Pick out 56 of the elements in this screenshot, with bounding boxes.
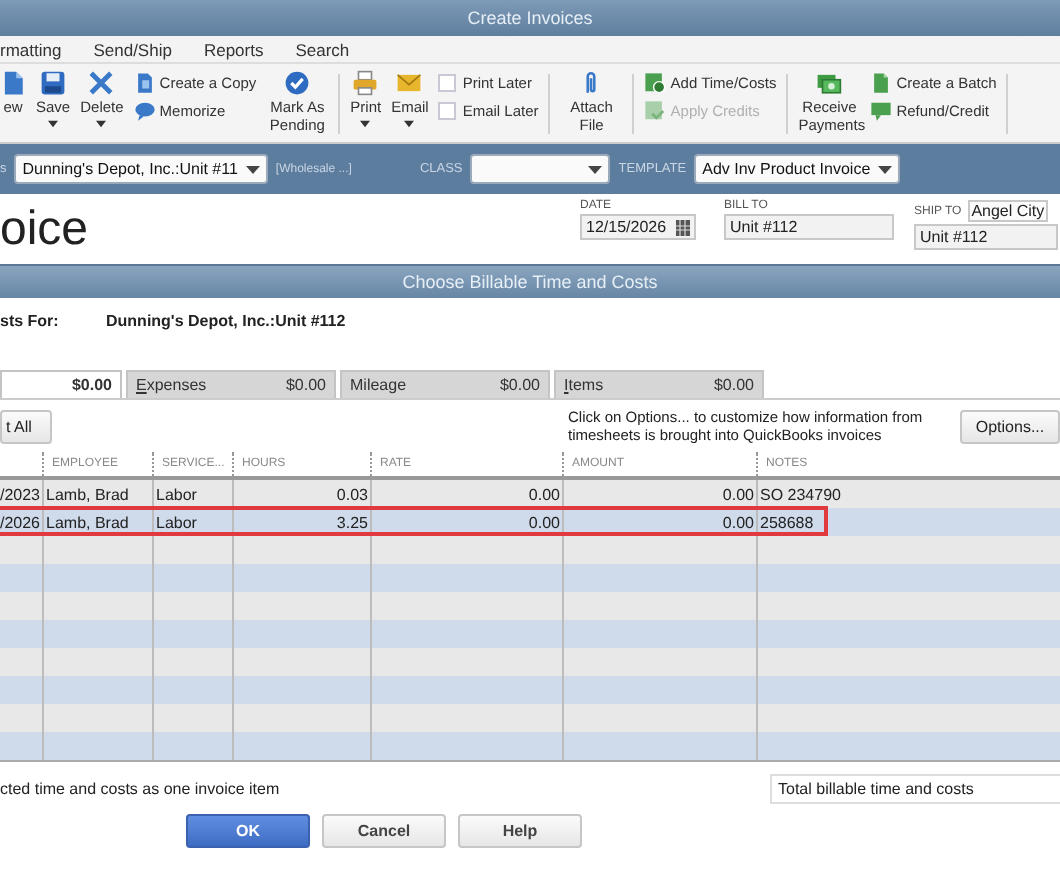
table-cell: 258688 xyxy=(760,513,814,531)
checkmark-icon xyxy=(284,70,311,96)
table-cell: 0.00 xyxy=(528,513,560,531)
document-check-icon xyxy=(644,99,667,121)
table-cell: 0.00 xyxy=(722,513,754,531)
table-cell: 3.25 xyxy=(336,513,368,531)
dropdown[interactable]: Adv Inv Product Invoice xyxy=(694,154,901,184)
printer-icon xyxy=(352,70,379,96)
input-field[interactable]: Total billable time and costs xyxy=(770,773,1060,803)
options-button[interactable]: Options... xyxy=(960,409,1060,443)
menu-item[interactable]: rmatting xyxy=(0,39,62,59)
dialog-title: Choose Billable Time and Costs xyxy=(402,272,658,292)
table-cell: SO 234790 xyxy=(760,485,841,503)
dialog-button[interactable]: Cancel xyxy=(322,814,446,848)
caret-icon xyxy=(878,165,893,173)
calendar-icon xyxy=(676,219,690,235)
x-icon xyxy=(88,70,115,96)
document-icon xyxy=(0,70,26,96)
input-field[interactable]: Unit #112 xyxy=(914,224,1058,250)
dialog-button[interactable]: Help xyxy=(458,814,582,848)
envelope-icon xyxy=(396,70,423,96)
tab[interactable]: Mileage $0.00 xyxy=(340,370,550,398)
field-label: sts For: xyxy=(0,311,61,329)
table-cell: /2026 xyxy=(0,513,40,531)
menu-item[interactable]: Reports xyxy=(203,39,264,59)
form-title: oice xyxy=(0,204,91,256)
option-label: cted time and costs as one invoice item xyxy=(0,779,280,797)
table-cell: Labor xyxy=(156,485,197,503)
caret-icon xyxy=(588,165,603,173)
tab[interactable]: Expenses $0.00 xyxy=(126,370,336,398)
dropdown[interactable] xyxy=(470,154,611,184)
table-cell: Lamb, Brad xyxy=(46,485,129,503)
input-field[interactable]: Unit #112 xyxy=(724,214,894,240)
speech-bubble-icon xyxy=(133,99,156,121)
table-cell: 0.03 xyxy=(336,485,368,503)
table-cell: /2023 xyxy=(0,485,40,503)
input-field[interactable]: 12/15/2026 xyxy=(580,214,696,240)
select-all-button[interactable]: t All xyxy=(0,409,52,443)
money-icon xyxy=(816,70,843,96)
dialog-button[interactable]: OK xyxy=(186,814,310,848)
dropdown[interactable]: Dunning's Depot, Inc.:Unit #11 xyxy=(14,154,268,184)
table-cell: Labor xyxy=(156,513,197,531)
tab[interactable]: $0.00 xyxy=(0,370,122,398)
dropdown[interactable]: Angel City xyxy=(967,200,1049,222)
document-clock-icon xyxy=(644,71,667,93)
menu-item[interactable]: Send/Ship xyxy=(93,39,172,59)
menu-item[interactable]: Search xyxy=(295,39,350,59)
table-cell: Lamb, Brad xyxy=(46,513,129,531)
copy-icon xyxy=(133,71,156,93)
window-title: Create Invoices xyxy=(467,8,593,28)
tab[interactable]: Items $0.00 xyxy=(554,370,764,398)
customer-name: Dunning's Depot, Inc.:Unit #112 xyxy=(106,311,346,329)
table-cell: 0.00 xyxy=(528,485,560,503)
document-icon xyxy=(870,71,893,93)
table-cell: 0.00 xyxy=(722,485,754,503)
caret-icon xyxy=(245,165,260,173)
